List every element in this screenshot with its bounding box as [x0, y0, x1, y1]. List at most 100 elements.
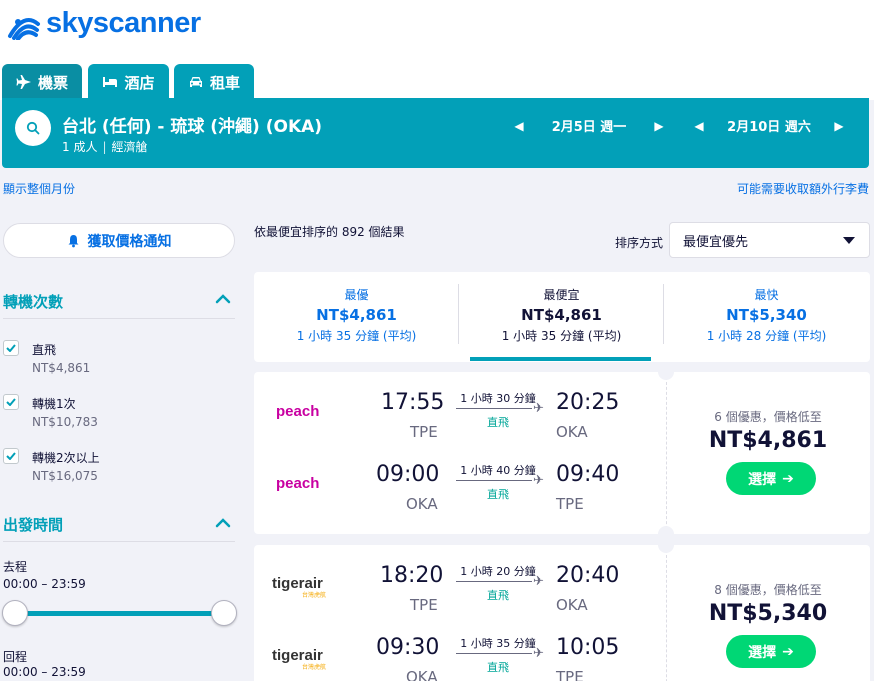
car-icon	[189, 77, 202, 87]
show-whole-month-link[interactable]: 顯示整個月份	[3, 180, 75, 197]
stop-option-label: 直飛	[32, 343, 57, 357]
outbound-label: 去程	[3, 560, 28, 574]
sort-tab-duration: 1 小時 28 分鐘 (平均)	[706, 329, 827, 343]
flight-duration: 1 小時 20 分鐘	[460, 565, 536, 578]
prev-return-date-button[interactable]: ◀	[690, 117, 708, 135]
deals-count: 6 個優惠，價格低至	[714, 410, 822, 424]
sort-tab-price: NT$4,861	[521, 306, 602, 324]
arrival-airport: TPE	[556, 495, 584, 513]
stop-option-label: 轉機2次以上	[32, 451, 100, 465]
outbound-time-range: 00:00 – 23:59	[3, 577, 86, 591]
sort-tab-fastest[interactable]: 最快 NT$5,340 1 小時 28 分鐘 (平均)	[664, 272, 869, 362]
return-label: 回程	[3, 650, 28, 664]
flight-duration: 1 小時 30 分鐘	[460, 392, 536, 405]
sort-tab-best[interactable]: 最優 NT$4,861 1 小時 35 分鐘 (平均)	[254, 272, 459, 362]
return-leg: peach 09:00 OKA 1 小時 40 分鐘 ✈ 直飛 09:40 TP…	[254, 456, 666, 516]
departure-airport: OKA	[406, 495, 438, 513]
arrival-time: 20:25	[556, 390, 620, 415]
outbound-slider-end-handle[interactable]	[211, 600, 237, 626]
stop-option-price: NT$10,783	[32, 415, 98, 429]
stops-label: 直飛	[487, 661, 509, 674]
tab-flights-label: 機票	[37, 73, 68, 92]
peach-logo: peach	[276, 475, 319, 492]
outbound-slider-start-handle[interactable]	[2, 600, 28, 626]
next-return-date-button[interactable]: ▶	[830, 117, 848, 135]
sort-tab-price: NT$5,340	[726, 306, 807, 324]
svg-text:台灣虎航: 台灣虎航	[302, 663, 326, 671]
sort-tab-duration: 1 小時 35 分鐘 (平均)	[296, 329, 417, 343]
return-date-nav: ◀ 2月10日 週六 ▶	[690, 116, 848, 136]
brand-name: skyscanner	[46, 6, 201, 39]
price-alert-button[interactable]: 獲取價格通知	[3, 223, 235, 258]
svg-text:peach: peach	[276, 475, 319, 492]
flight-result-card[interactable]: tigerair 台灣虎航 18:20 TPE 1 小時 20 分鐘 ✈ 直飛 …	[254, 537, 870, 681]
checkmark-icon	[6, 452, 16, 460]
stops-label: 直飛	[487, 416, 509, 429]
tab-car-hire-label: 租車	[209, 73, 240, 92]
tigerair-logo: tigerair 台灣虎航	[272, 647, 326, 671]
stops-filter-title[interactable]: 轉機次數	[3, 291, 63, 312]
top-bar: skyscanner	[0, 0, 874, 62]
tigerair-logo: tigerair 台灣虎航	[272, 575, 326, 599]
bed-icon	[103, 77, 118, 87]
tab-hotels[interactable]: 酒店	[88, 64, 169, 100]
arrival-time: 09:40	[556, 462, 620, 487]
results-count: 依最便宜排序的 892 個結果	[254, 225, 405, 239]
sort-dropdown[interactable]: 最便宜優先	[669, 222, 870, 258]
departure-time: 17:55	[381, 390, 445, 415]
depart-date[interactable]: 2月5日 週一	[528, 116, 650, 135]
arrival-time: 20:40	[556, 563, 620, 588]
departure-airport: TPE	[410, 596, 438, 614]
select-flight-button[interactable]: 選擇 ➔	[726, 635, 816, 668]
caret-down-icon	[843, 237, 855, 244]
direct-checkbox[interactable]	[3, 340, 19, 356]
sort-tab-cheapest[interactable]: 最便宜 NT$4,861 1 小時 35 分鐘 (平均)	[459, 272, 664, 362]
two-plus-stops-checkbox[interactable]	[3, 448, 19, 464]
return-leg: tigerair 台灣虎航 09:30 OKA 1 小時 35 分鐘 ✈ 直飛 …	[254, 629, 666, 681]
stops-label: 直飛	[487, 488, 509, 501]
flight-result-card[interactable]: peach 17:55 TPE 1 小時 30 分鐘 ✈ 直飛 20:25 OK…	[254, 364, 870, 542]
tab-flights[interactable]: 機票	[2, 64, 82, 100]
sort-tab-title: 最快	[754, 288, 779, 302]
peach-logo: peach	[276, 403, 319, 420]
flight-duration: 1 小時 40 分鐘	[460, 464, 536, 477]
chevron-up-icon[interactable]	[215, 518, 231, 528]
next-depart-date-button[interactable]: ▶	[650, 117, 668, 135]
search-summary-bar: 台北 (任何) - 琉球 (沖繩) (OKA) 1 成人 | 經濟艙 ◀ 2月5日 …	[2, 98, 869, 168]
select-flight-button[interactable]: 選擇 ➔	[726, 462, 816, 495]
outbound-time-slider[interactable]	[14, 611, 224, 616]
cabin-class: 經濟艙	[111, 140, 148, 154]
departure-time: 18:20	[380, 563, 444, 588]
flight-price: NT$4,861	[708, 428, 828, 453]
extra-baggage-fees-link[interactable]: 可能需要收取額外行李費	[737, 180, 869, 197]
sort-by-label: 排序方式	[615, 236, 664, 250]
departure-time: 09:30	[376, 635, 440, 660]
plane-icon	[16, 75, 31, 89]
flight-duration: 1 小時 35 分鐘	[460, 637, 536, 650]
stops-label: 直飛	[487, 589, 509, 602]
sort-tab-duration: 1 小時 35 分鐘 (平均)	[501, 329, 622, 343]
tab-car-hire[interactable]: 租車	[174, 64, 254, 100]
outbound-leg: peach 17:55 TPE 1 小時 30 分鐘 ✈ 直飛 20:25 OK…	[254, 384, 666, 444]
passenger-count: 1 成人	[62, 140, 98, 154]
departure-times-filter-title[interactable]: 出發時間	[3, 514, 63, 535]
departure-airport: TPE	[410, 423, 438, 441]
passenger-cabin-summary[interactable]: 1 成人 | 經濟艙	[62, 138, 148, 155]
edit-search-button[interactable]	[15, 110, 51, 146]
route-summary[interactable]: 台北 (任何) - 琉球 (沖繩) (OKA)	[62, 112, 322, 137]
return-date[interactable]: 2月10日 週六	[708, 116, 830, 135]
chevron-up-icon[interactable]	[215, 294, 231, 304]
arrival-airport: OKA	[556, 596, 588, 614]
deals-count: 8 個優惠，價格低至	[714, 583, 822, 597]
product-tabs: 機票 酒店 租車	[0, 62, 874, 100]
one-stop-checkbox[interactable]	[3, 394, 19, 410]
search-icon	[26, 121, 40, 135]
divider	[666, 372, 667, 534]
depart-date-nav: ◀ 2月5日 週一 ▶	[510, 116, 668, 136]
skyscanner-sunrise-icon	[8, 18, 40, 40]
skyscanner-logo[interactable]: skyscanner	[4, 6, 201, 40]
prev-depart-date-button[interactable]: ◀	[510, 117, 528, 135]
svg-text:台灣虎航: 台灣虎航	[302, 591, 326, 599]
arrival-time: 10:05	[556, 635, 620, 660]
outbound-leg: tigerair 台灣虎航 18:20 TPE 1 小時 20 分鐘 ✈ 直飛 …	[254, 557, 666, 617]
